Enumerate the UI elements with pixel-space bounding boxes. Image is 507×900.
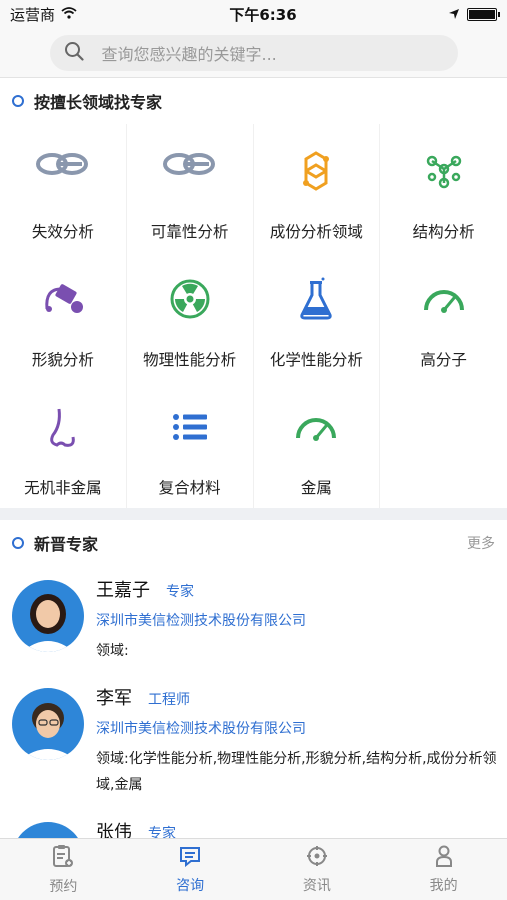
chat-icon (179, 845, 201, 871)
avatar (12, 580, 84, 652)
tab-news[interactable]: 资讯 (254, 839, 381, 900)
flask-icon (298, 272, 334, 326)
expert-company: 深圳市美信检测技术股份有限公司 (96, 721, 306, 737)
domain-item-reliability-analysis[interactable]: 可靠性分析 (127, 124, 254, 252)
expert-name: 王嘉子 (96, 580, 150, 601)
domain-item-inorganic-nonmetal[interactable]: 无机非金属 (0, 380, 127, 508)
domain-item-label: 化学性能分析 (269, 351, 363, 369)
experts-title-wrap: 新晋专家 (12, 531, 98, 555)
expert-name: 李军 (96, 688, 132, 709)
domain-item-label: 物理性能分析 (143, 351, 237, 369)
status-right (448, 5, 500, 23)
tab-booking[interactable]: 预约 (0, 839, 127, 900)
expert-title: 专家 (166, 584, 194, 600)
list-icon (172, 400, 208, 454)
target-icon (306, 845, 328, 871)
tab-label: 资讯 (302, 877, 331, 894)
location-arrow-icon (448, 5, 459, 23)
domains-title-wrap: 按擅长领域找专家 (12, 89, 162, 113)
tab-bar: 预约 咨询 资讯 我的 (0, 838, 507, 900)
domain-item-label: 形貌分析 (31, 351, 94, 369)
section-divider (0, 508, 507, 520)
expert-info: 王嘉子 专家 深圳市美信检测技术股份有限公司 领域: (96, 576, 497, 664)
expert-title: 工程师 (148, 692, 190, 708)
domain-item-physical-analysis[interactable]: 物理性能分析 (127, 252, 254, 380)
domain-item-polymer[interactable]: 高分子 (380, 252, 507, 380)
status-left: 运营商 (10, 4, 77, 25)
domain-item-label: 无机非金属 (24, 479, 102, 497)
search-input[interactable]: 查询您感兴趣的关键字... (49, 34, 458, 71)
domain-item-label: 高分子 (420, 351, 467, 369)
status-bar: 运营商 下午6:36 (0, 0, 507, 28)
domain-item-composite-materials[interactable]: 复合材料 (127, 380, 254, 508)
domain-grid-empty-cell (380, 380, 507, 508)
more-link[interactable]: 更多 (467, 533, 495, 553)
domain-item-metal[interactable]: 金属 (254, 380, 381, 508)
domain-item-morphology-analysis[interactable]: 形貌分析 (0, 252, 127, 380)
domain-item-label: 金属 (300, 479, 332, 497)
molecule-hexagon-icon (296, 144, 336, 198)
tab-consult[interactable]: 咨询 (127, 839, 254, 900)
expert-info: 李军 工程师 深圳市美信检测技术股份有限公司 领域:化学性能分析,物理性能分析,… (96, 684, 497, 798)
expert-card[interactable]: 李军 工程师 深圳市美信检测技术股份有限公司 领域:化学性能分析,物理性能分析,… (0, 674, 507, 808)
wifi-icon (61, 5, 77, 23)
tab-mine[interactable]: 我的 (380, 839, 507, 900)
avatar (12, 688, 84, 760)
expert-company: 深圳市美信检测技术股份有限公司 (96, 613, 306, 629)
tab-label: 咨询 (176, 877, 205, 894)
person-icon (433, 845, 455, 871)
search-placeholder: 查询您感兴趣的关键字... (101, 44, 277, 64)
domain-item-structure-analysis[interactable]: 结构分析 (380, 124, 507, 252)
tab-label: 预约 (49, 878, 78, 895)
gauge-icon (422, 272, 466, 326)
domain-item-failure-analysis[interactable]: 失效分析 (0, 124, 127, 252)
expert-card[interactable]: 王嘉子 专家 深圳市美信检测技术股份有限公司 领域: (0, 566, 507, 674)
domain-grid: 失效分析 可靠性分析 成份分析领域 结构分析 形貌分析 物理性能分析 化学性能分… (0, 124, 507, 508)
domain-item-label: 复合材料 (158, 479, 221, 497)
domain-item-chemical-analysis[interactable]: 化学性能分析 (254, 252, 381, 380)
carrier-label: 运营商 (10, 5, 56, 24)
expert-name-row: 王嘉子 专家 (96, 576, 497, 602)
domains-header: 按擅长领域找专家 (0, 78, 507, 124)
molecule-structure-icon (424, 144, 464, 198)
expert-name-row: 李军 工程师 (96, 684, 497, 710)
domains-title: 按擅长领域找专家 (34, 93, 163, 112)
expert-field: 领域:化学性能分析,物理性能分析,形貌分析,结构分析,成份分析领域,金属 (96, 751, 497, 793)
section-ring-icon (12, 537, 24, 549)
radiation-icon (170, 272, 210, 326)
scanner-icon (41, 272, 85, 326)
section-ring-icon (12, 95, 24, 107)
cema-logo-icon (30, 144, 96, 198)
experts-header: 新晋专家 更多 (0, 520, 507, 566)
domain-item-composition-analysis[interactable]: 成份分析领域 (254, 124, 381, 252)
battery-icon (466, 7, 500, 21)
domain-item-label: 失效分析 (31, 223, 94, 241)
status-time: 下午6:36 (229, 5, 297, 24)
nose-icon (45, 400, 81, 454)
experts-title: 新晋专家 (34, 535, 99, 554)
gauge-icon (294, 400, 338, 454)
cema-logo-icon (157, 144, 223, 198)
search-icon (64, 41, 84, 65)
search-area: 查询您感兴趣的关键字... (0, 28, 507, 78)
domain-item-label: 结构分析 (412, 223, 475, 241)
domain-item-label: 成份分析领域 (269, 223, 363, 241)
tab-label: 我的 (429, 877, 458, 894)
expert-field: 领域: (96, 643, 129, 659)
clipboard-icon (52, 844, 74, 872)
domain-item-label: 可靠性分析 (150, 223, 229, 241)
